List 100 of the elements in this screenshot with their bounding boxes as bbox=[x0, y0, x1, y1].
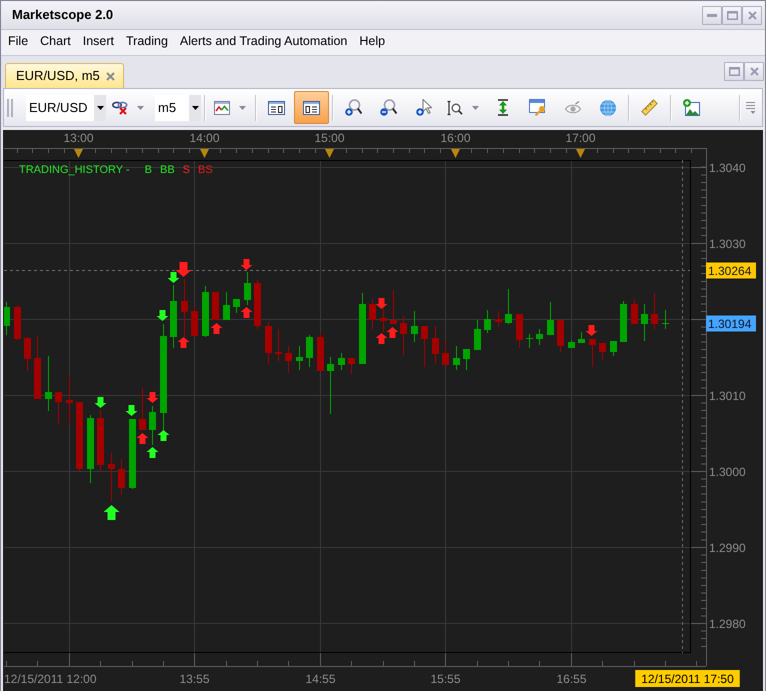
hour-marker-icon bbox=[200, 149, 209, 158]
candle bbox=[34, 336, 41, 399]
maximize-button[interactable] bbox=[722, 6, 742, 24]
candle bbox=[411, 311, 418, 342]
close-button[interactable] bbox=[742, 6, 762, 24]
time-label: 14:00 bbox=[189, 131, 220, 145]
candle bbox=[97, 410, 104, 472]
up-arrow-icon bbox=[240, 307, 252, 318]
candle bbox=[55, 392, 62, 424]
image-plus-icon[interactable] bbox=[683, 99, 700, 116]
zoom-out-icon[interactable] bbox=[380, 99, 397, 116]
document-tab[interactable]: EUR/USD, m5 bbox=[5, 63, 124, 88]
candle bbox=[474, 320, 481, 350]
candle bbox=[568, 340, 575, 348]
minimize-icon[interactable] bbox=[707, 14, 717, 16]
candle bbox=[202, 286, 209, 337]
maximize-icon[interactable] bbox=[728, 67, 740, 76]
candle bbox=[390, 290, 397, 324]
close-icon[interactable] bbox=[106, 72, 115, 80]
down-arrow-icon bbox=[126, 405, 138, 416]
close-button[interactable] bbox=[744, 62, 764, 81]
zoom-in-icon[interactable] bbox=[345, 99, 362, 116]
down-arrow-icon bbox=[168, 272, 180, 283]
menu-item[interactable]: Chart bbox=[34, 32, 77, 50]
time-label: 15:00 bbox=[314, 131, 345, 145]
candle bbox=[359, 293, 366, 364]
candle bbox=[463, 349, 470, 370]
candle bbox=[589, 339, 596, 367]
menu-item[interactable]: Help bbox=[353, 32, 392, 50]
time-label: 17:00 bbox=[565, 131, 596, 145]
candle bbox=[181, 279, 188, 337]
minimize-button[interactable] bbox=[702, 6, 722, 24]
bracket-magnifier-icon[interactable] bbox=[447, 100, 463, 116]
caret-icon[interactable] bbox=[96, 106, 104, 110]
price-label: 1.2990 bbox=[709, 541, 746, 555]
candle bbox=[369, 299, 376, 329]
down-arrow-icon bbox=[586, 325, 598, 336]
line-chart-icon[interactable] bbox=[214, 100, 230, 114]
candle bbox=[4, 302, 10, 335]
legend-label: S bbox=[182, 164, 190, 176]
maximize-icon[interactable] bbox=[726, 10, 738, 20]
candle bbox=[149, 406, 156, 445]
window-lines-icon[interactable] bbox=[268, 100, 285, 114]
time-label: 13:00 bbox=[63, 131, 94, 145]
candle bbox=[662, 310, 669, 329]
candle bbox=[66, 377, 73, 424]
candle bbox=[170, 285, 177, 348]
down-arrow-icon bbox=[146, 392, 158, 403]
down-arrow-icon bbox=[240, 259, 252, 270]
candle bbox=[327, 357, 334, 414]
link-cross-icon[interactable] bbox=[112, 100, 128, 115]
dropdown-field[interactable]: m5 bbox=[155, 94, 201, 120]
candle bbox=[108, 453, 115, 501]
menu-item[interactable]: File bbox=[2, 32, 34, 50]
candle bbox=[244, 272, 251, 305]
menu-item[interactable]: Alerts and Trading Automation bbox=[174, 32, 354, 50]
candle bbox=[223, 292, 230, 320]
ruler-icon[interactable] bbox=[641, 99, 658, 116]
hour-marker-icon bbox=[325, 149, 334, 158]
candle bbox=[306, 335, 313, 367]
price-label: 1.3030 bbox=[709, 237, 746, 251]
candle bbox=[296, 346, 303, 370]
caret-icon[interactable] bbox=[192, 106, 198, 110]
candle bbox=[87, 415, 94, 483]
close-icon[interactable] bbox=[748, 10, 756, 20]
legend-label: BB bbox=[160, 164, 175, 176]
globe-icon[interactable] bbox=[600, 100, 616, 116]
overflow-icon[interactable] bbox=[745, 101, 757, 114]
maximize-button[interactable] bbox=[724, 62, 744, 81]
price-tag: 1.30264 bbox=[706, 262, 756, 278]
candle bbox=[275, 329, 282, 361]
down-arrow-icon bbox=[376, 298, 388, 309]
dropdown-field[interactable]: EUR/USD bbox=[26, 94, 106, 120]
ref-line-label: 1.30264 bbox=[708, 264, 752, 278]
candle bbox=[505, 289, 512, 324]
menu-item[interactable]: Insert bbox=[76, 32, 120, 50]
price-label: 1.3000 bbox=[709, 465, 746, 479]
candle bbox=[620, 301, 627, 342]
candle bbox=[453, 346, 460, 370]
candle bbox=[578, 332, 585, 343]
vertical-arrow-icon[interactable] bbox=[496, 99, 510, 116]
candle bbox=[212, 292, 219, 320]
candle bbox=[432, 326, 439, 364]
down-arrow-icon bbox=[94, 397, 106, 408]
hour-marker-icon bbox=[576, 149, 585, 158]
eye-icon[interactable] bbox=[564, 101, 580, 114]
menu-item[interactable]: Trading bbox=[120, 32, 174, 50]
time-label: 16:00 bbox=[440, 131, 471, 145]
window-lines-icon[interactable] bbox=[303, 100, 320, 114]
candle bbox=[516, 314, 523, 348]
up-arrow-icon bbox=[178, 337, 190, 348]
cursor-plus-icon[interactable] bbox=[416, 99, 432, 116]
candle bbox=[641, 304, 648, 341]
legend-label: TRADING_HISTORY - bbox=[19, 164, 130, 176]
window-key-icon[interactable] bbox=[529, 99, 546, 116]
grip-icon[interactable] bbox=[7, 98, 13, 116]
candle bbox=[442, 340, 449, 365]
view-button[interactable] bbox=[294, 91, 329, 124]
candle bbox=[265, 322, 272, 364]
close-icon[interactable] bbox=[750, 67, 758, 76]
